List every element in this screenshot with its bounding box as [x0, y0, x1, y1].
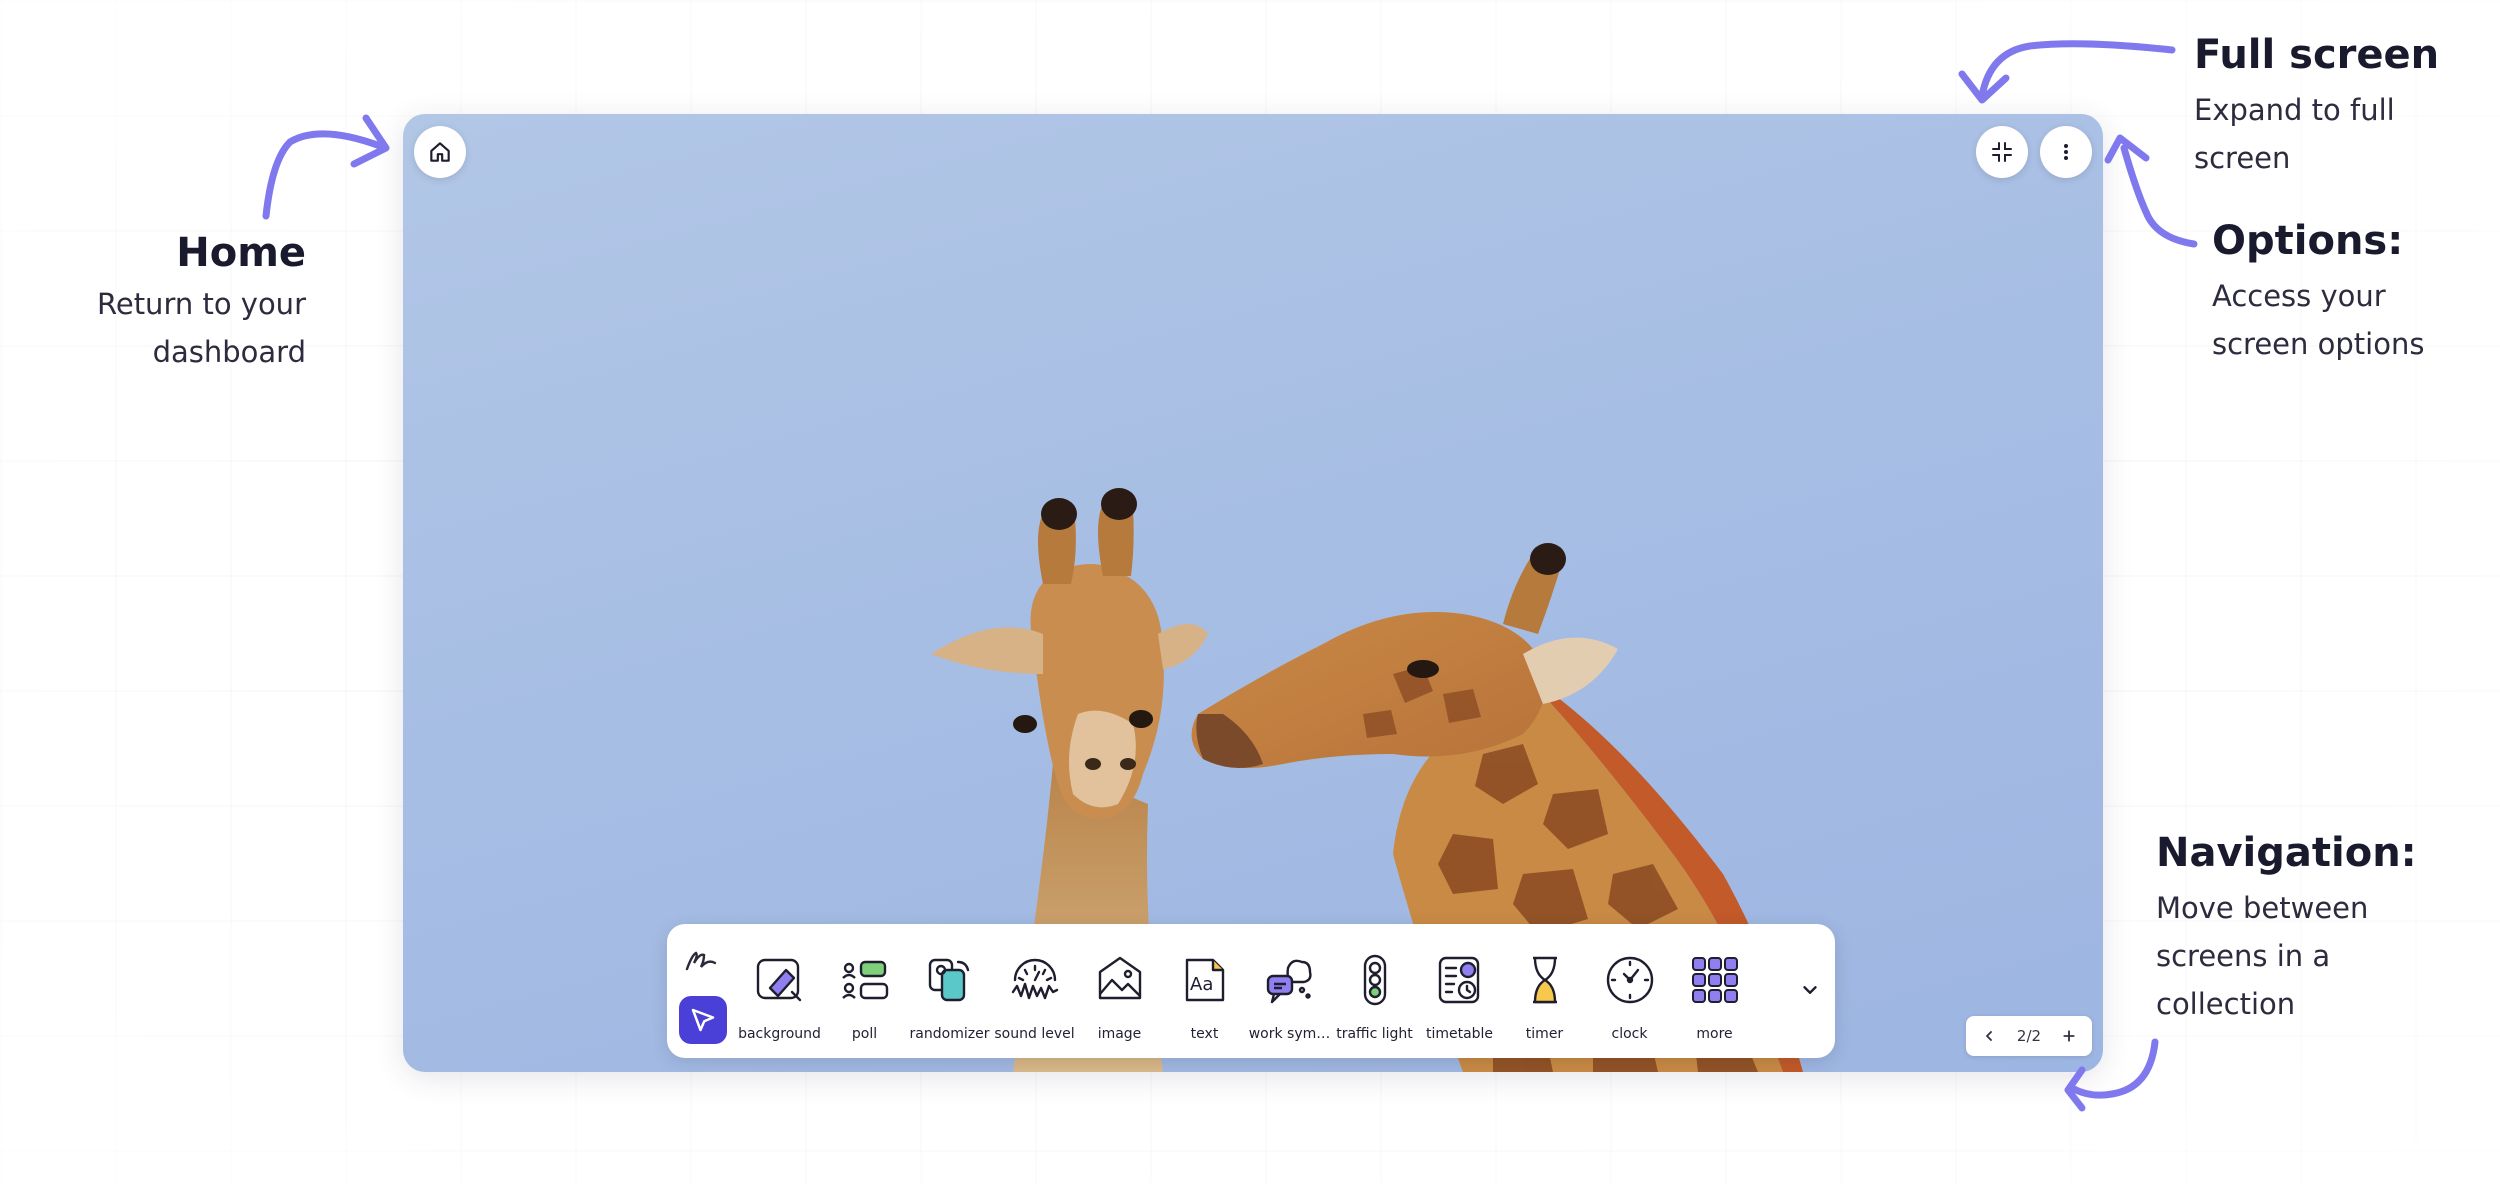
home-icon: [430, 142, 450, 162]
plus-icon: [2063, 1030, 2075, 1042]
navigation-arrowhead: [2064, 1066, 2086, 1112]
home-button[interactable]: [414, 126, 466, 178]
svg-text:Aa: Aa: [1190, 974, 1213, 995]
options-button[interactable]: [2040, 126, 2092, 178]
widget-sound-level[interactable]: sound level: [992, 924, 1077, 1058]
widget-label: randomizer: [909, 1026, 990, 1042]
navigation-annotation-title: Navigation:: [2156, 830, 2417, 876]
pen-scribble-icon: [685, 951, 717, 971]
widget-label: traffic light: [1336, 1026, 1413, 1042]
options-arrow: [2120, 144, 2198, 248]
grid-icon: [1692, 957, 1738, 1003]
widget-more[interactable]: more: [1672, 924, 1757, 1058]
poll-icon: [842, 960, 889, 1000]
widget-image[interactable]: image: [1077, 924, 1162, 1058]
randomizer-icon: [928, 958, 970, 1002]
fullscreen-arrow: [1978, 40, 2176, 100]
fullscreen-annotation-title: Full screen: [2194, 32, 2440, 78]
widget-label: work sym…: [1248, 1026, 1331, 1042]
widget-randomizer[interactable]: randomizer: [907, 924, 992, 1058]
widget-toolbar: background poll randomizer sound level i…: [667, 924, 1835, 1058]
widget-timetable[interactable]: timetable: [1417, 924, 1502, 1058]
widget-label: clock: [1611, 1026, 1648, 1042]
widget-text[interactable]: Aa text: [1162, 924, 1247, 1058]
text-icon: Aa: [1185, 958, 1225, 1002]
chevron-down-icon: [1803, 986, 1817, 994]
options-annotation-description: Access your screen options: [2212, 279, 2425, 361]
fullscreen-annotation-description: Expand to full screen: [2194, 93, 2395, 175]
pointer-icon: [691, 1008, 715, 1032]
widget-traffic-light[interactable]: traffic light: [1332, 924, 1417, 1058]
sound-level-icon: [1011, 958, 1059, 1000]
screen-pager: 2/2: [1966, 1016, 2092, 1056]
clock-icon: [1606, 956, 1654, 1004]
fullscreen-arrowhead: [1958, 70, 2010, 104]
fullscreen-button[interactable]: [1976, 126, 2028, 178]
previous-screen-button[interactable]: [1978, 1025, 2000, 1047]
home-arrow: [262, 130, 384, 220]
widget-label: more: [1696, 1026, 1733, 1042]
widget-work-symbols[interactable]: work sym…: [1247, 924, 1332, 1058]
widget-poll[interactable]: poll: [822, 924, 907, 1058]
widget-label: background: [738, 1026, 821, 1042]
pen-tool-button[interactable]: [677, 940, 725, 980]
home-arrowhead: [350, 114, 390, 168]
timetable-icon: [1438, 956, 1480, 1004]
select-tool-button[interactable]: [679, 996, 727, 1044]
widget-label: poll: [851, 1026, 878, 1042]
collapse-toolbar-button[interactable]: [1792, 972, 1828, 1008]
exit-fullscreen-icon: [1992, 142, 2012, 162]
widget-label: text: [1190, 1026, 1219, 1042]
options-arrowhead: [2104, 134, 2150, 164]
options-annotation-title: Options:: [2212, 218, 2404, 264]
page-indicator: 2/2: [2016, 1027, 2042, 1045]
widget-background[interactable]: background: [737, 924, 822, 1058]
hourglass-icon: [1533, 956, 1557, 1004]
home-annotation-description: Return to your dashboard: [97, 287, 306, 369]
widget-label: image: [1097, 1026, 1142, 1042]
background-icon: [756, 958, 802, 1002]
navigation-annotation-description: Move between screens in a collection: [2156, 891, 2369, 1021]
image-icon: [1098, 956, 1142, 1000]
add-screen-button[interactable]: [2058, 1025, 2080, 1047]
screen-canvas[interactable]: background poll randomizer sound level i…: [403, 114, 2103, 1072]
widget-clock[interactable]: clock: [1587, 924, 1672, 1058]
more-vertical-icon: [2064, 144, 2068, 160]
chevron-left-icon: [1986, 1031, 1992, 1041]
widget-label: sound level: [994, 1026, 1075, 1042]
work-symbols-icon: [1266, 959, 1312, 1004]
home-annotation-title: Home: [176, 230, 306, 276]
widget-label: timetable: [1425, 1026, 1494, 1042]
widget-list: background poll randomizer sound level i…: [737, 924, 1757, 1058]
traffic-light-icon: [1363, 954, 1387, 1006]
widget-label: timer: [1525, 1026, 1564, 1042]
widget-timer[interactable]: timer: [1502, 924, 1587, 1058]
